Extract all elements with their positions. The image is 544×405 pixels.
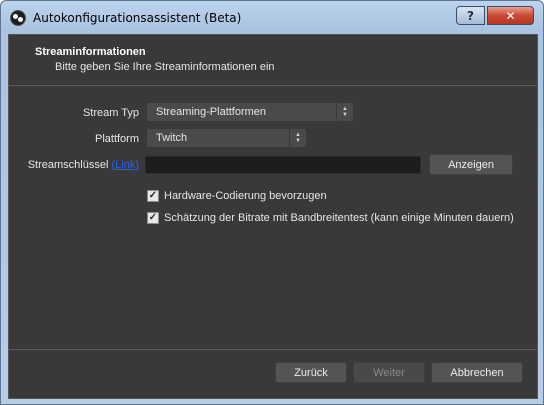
close-button[interactable]: ✕ xyxy=(487,6,534,25)
obs-logo-icon xyxy=(10,10,26,26)
page-title: Streaminformationen xyxy=(35,46,146,58)
help-button[interactable]: ? xyxy=(456,6,485,25)
cancel-button[interactable]: Abbrechen xyxy=(431,362,523,383)
stream-key-label: Streamschlüssel xyxy=(27,159,109,171)
stream-key-link[interactable]: (Link) xyxy=(111,159,139,171)
chevron-updown-icon: ▲ ▼ xyxy=(289,129,306,147)
title-bar[interactable]: Autokonfigurationsassistent (Beta) ? ✕ xyxy=(1,1,543,35)
stream-key-label-row: Streamschlüssel (Link) xyxy=(9,159,139,171)
page-subtitle: Bitte geben Sie Ihre Streaminformationen… xyxy=(55,61,275,73)
stream-key-input[interactable] xyxy=(145,156,421,174)
next-button[interactable]: Weiter xyxy=(353,362,425,383)
back-button[interactable]: Zurück xyxy=(275,362,347,383)
wizard-window: Autokonfigurationsassistent (Beta) ? ✕ S… xyxy=(0,0,544,405)
bitrate-test-checkbox[interactable]: ✓ xyxy=(147,212,159,224)
platform-label: Plattform xyxy=(94,133,139,145)
hw-encoding-label: Hardware-Codierung bevorzugen xyxy=(164,190,327,202)
wizard-content: Streaminformationen Bitte geben Sie Ihre… xyxy=(8,34,538,399)
bitrate-test-label: Schätzung der Bitrate mit Bandbreitentes… xyxy=(164,212,514,224)
chevron-updown-icon: ▲ ▼ xyxy=(336,103,353,121)
footer-divider xyxy=(9,349,537,350)
hw-encoding-checkbox[interactable]: ✓ xyxy=(147,190,159,202)
hw-encoding-checkbox-row[interactable]: ✓ Hardware-Codierung bevorzugen xyxy=(147,190,327,202)
stream-type-select[interactable]: Streaming-Plattformen ▲ ▼ xyxy=(146,102,354,122)
platform-select[interactable]: Twitch ▲ ▼ xyxy=(146,128,307,148)
header-divider xyxy=(9,85,537,86)
window-title: Autokonfigurationsassistent (Beta) xyxy=(33,11,242,25)
show-key-button[interactable]: Anzeigen xyxy=(429,154,513,175)
platform-value: Twitch xyxy=(156,132,188,144)
page-header: Streaminformationen Bitte geben Sie Ihre… xyxy=(9,35,537,85)
bitrate-test-checkbox-row[interactable]: ✓ Schätzung der Bitrate mit Bandbreitent… xyxy=(147,212,514,224)
stream-type-label: Stream Typ xyxy=(82,107,139,119)
stream-type-value: Streaming-Plattformen xyxy=(156,106,267,118)
